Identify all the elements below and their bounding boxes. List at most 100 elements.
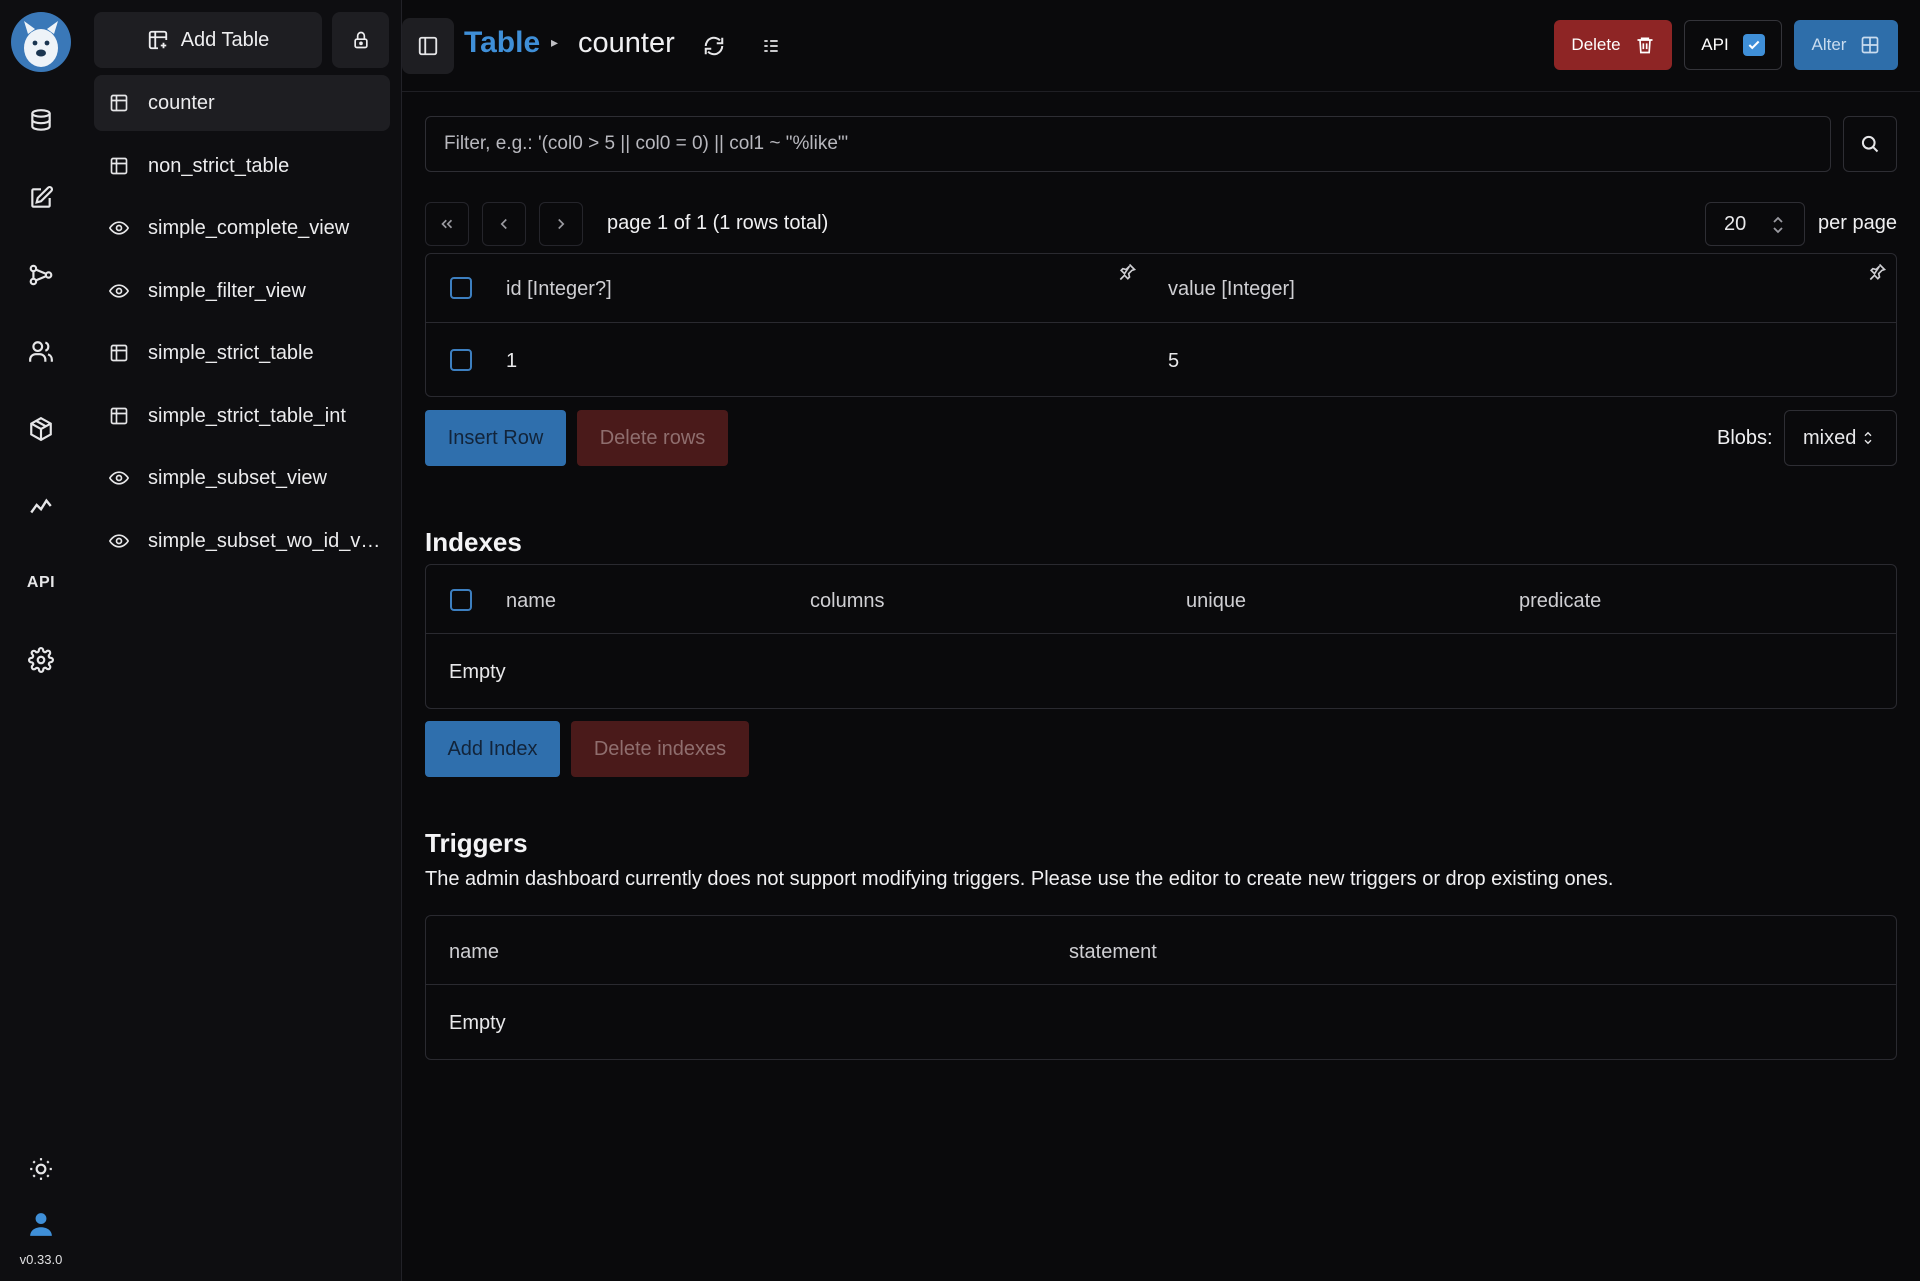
eye-icon <box>108 217 130 239</box>
page-title: counter <box>578 27 675 59</box>
chevron-up-down-icon <box>1773 216 1783 234</box>
pin-icon[interactable] <box>1867 262 1887 282</box>
sidebar-item-label: simple_subset_wo_id_vi… <box>148 529 384 552</box>
settings-icon[interactable] <box>21 640 61 680</box>
pin-icon[interactable] <box>1117 262 1137 282</box>
blobs-label: Blobs: <box>1717 427 1773 449</box>
checkbox-checked-icon <box>1742 34 1765 56</box>
lock-button[interactable] <box>332 12 389 68</box>
sidebar-item-simple-subset-view[interactable]: simple_subset_view <box>94 450 390 506</box>
triggers-title: Triggers <box>425 828 528 858</box>
triggers-table: name statement Empty <box>425 915 1897 1060</box>
column-header: columns <box>810 590 885 612</box>
prev-page-button[interactable] <box>482 202 526 246</box>
breadcrumb-root[interactable]: Table <box>464 26 540 60</box>
table-icon <box>108 155 130 177</box>
delete-table-label: Delete <box>1571 35 1621 54</box>
api-toggle-button[interactable]: API <box>1684 20 1782 70</box>
column-header[interactable]: id [Integer?] <box>506 278 612 301</box>
empty-row: Empty <box>426 634 1896 708</box>
chevron-left-icon <box>500 218 507 230</box>
sidebar-item-label: non_strict_table <box>148 154 290 177</box>
sidebar-item-simple-complete-view[interactable]: simple_complete_view <box>94 200 390 256</box>
chevron-up-down-icon <box>1864 431 1872 445</box>
select-all-checkbox[interactable] <box>450 589 472 611</box>
column-header[interactable]: value [Integer] <box>1168 278 1295 301</box>
activity-icon[interactable] <box>21 486 61 526</box>
users-icon[interactable] <box>21 332 61 372</box>
triggers-note: The admin dashboard currently does not s… <box>425 868 1614 890</box>
trash-icon <box>1637 37 1653 54</box>
column-header: predicate <box>1519 590 1602 612</box>
sidebar-item-counter[interactable]: counter <box>94 75 390 131</box>
sidebar-toggle-button[interactable] <box>402 18 454 74</box>
sidebar-item-label: counter <box>148 91 215 114</box>
pagination-status: page 1 of 1 (1 rows total) <box>607 212 829 234</box>
sidebar-item-simple-strict-table-int[interactable]: simple_strict_table_int <box>94 388 390 444</box>
user-icon[interactable] <box>21 1204 61 1244</box>
sidebar-item-simple-filter-view[interactable]: simple_filter_view <box>94 263 390 319</box>
per-page-value: 20 <box>1724 212 1747 235</box>
table-icon <box>108 342 130 364</box>
blobs-value: mixed <box>1803 426 1857 449</box>
sidebar-toggle-icon <box>418 36 438 56</box>
select-all-checkbox[interactable] <box>450 277 472 299</box>
indexes-title: Indexes <box>425 527 522 557</box>
sidebar-item-label: simple_complete_view <box>148 216 350 239</box>
search-button[interactable] <box>1843 116 1897 172</box>
chevron-right-icon <box>558 218 565 230</box>
empty-message: Empty <box>449 661 506 683</box>
package-icon[interactable] <box>21 409 61 449</box>
app-logo[interactable] <box>11 12 71 72</box>
next-page-button[interactable] <box>539 202 583 246</box>
eye-icon <box>108 280 130 302</box>
sidebar-item-label: simple_subset_view <box>148 466 327 489</box>
api-toggle-label: API <box>1701 35 1729 54</box>
add-table-label: Add Table <box>180 28 270 51</box>
eye-icon <box>108 530 130 552</box>
table-add-icon <box>148 30 167 50</box>
lock-icon <box>353 31 368 49</box>
per-page-label: per page <box>1818 212 1897 234</box>
sidebar-item-simple-strict-table[interactable]: simple_strict_table <box>94 325 390 381</box>
breadcrumb-separator: ▸ <box>551 34 559 50</box>
indexes-table: name columns unique predicate Empty <box>425 564 1897 709</box>
column-header: name <box>506 590 557 612</box>
refresh-icon[interactable] <box>700 32 728 60</box>
edit-icon[interactable] <box>21 178 61 218</box>
empty-message: Empty <box>449 1012 506 1034</box>
table-header-row: id [Integer?] value [Integer] <box>426 254 1896 323</box>
sidebar-item-label: simple_strict_table <box>148 341 314 364</box>
sun-icon[interactable] <box>21 1149 61 1189</box>
blobs-select[interactable]: mixed <box>1784 410 1897 466</box>
alter-table-button[interactable]: Alter <box>1794 20 1898 70</box>
table-icon <box>1862 36 1879 54</box>
add-table-button[interactable]: Add Table <box>94 12 322 68</box>
table-row[interactable]: 1 5 <box>426 323 1896 396</box>
table-cell[interactable]: 1 <box>506 350 517 373</box>
sidebar-item-label: simple_strict_table_int <box>148 404 346 427</box>
first-page-button[interactable] <box>425 202 469 246</box>
filter-input[interactable]: Filter, e.g.: '(col0 > 5 || col0 = 0) ||… <box>425 116 1831 172</box>
column-header: statement <box>1069 941 1157 963</box>
chevrons-left-icon <box>441 219 453 229</box>
table-sidebar: Add Table counter non_strict_table simpl… <box>82 0 402 1281</box>
table-cell[interactable]: 5 <box>1168 350 1179 373</box>
per-page-select[interactable]: 20 <box>1705 202 1805 246</box>
empty-row: Empty <box>426 985 1896 1059</box>
delete-table-button[interactable]: Delete <box>1554 20 1672 70</box>
api-nav-item[interactable]: API <box>21 563 61 603</box>
delete-indexes-button[interactable]: Delete indexes <box>571 721 749 777</box>
sidebar-item-non-strict-table[interactable]: non_strict_table <box>94 138 390 194</box>
row-checkbox[interactable] <box>450 349 472 371</box>
column-header: unique <box>1186 590 1247 612</box>
eye-icon <box>108 467 130 489</box>
database-icon[interactable] <box>21 101 61 141</box>
records-table: id [Integer?] value [Integer] 1 5 <box>425 253 1897 397</box>
columns-icon[interactable] <box>757 32 785 60</box>
insert-row-button[interactable]: Insert Row <box>425 410 566 466</box>
sidebar-item-simple-subset-wo-id-view[interactable]: simple_subset_wo_id_vi… <box>94 513 390 569</box>
add-index-button[interactable]: Add Index <box>425 721 560 777</box>
delete-rows-button[interactable]: Delete rows <box>577 410 728 466</box>
graph-icon[interactable] <box>21 255 61 295</box>
